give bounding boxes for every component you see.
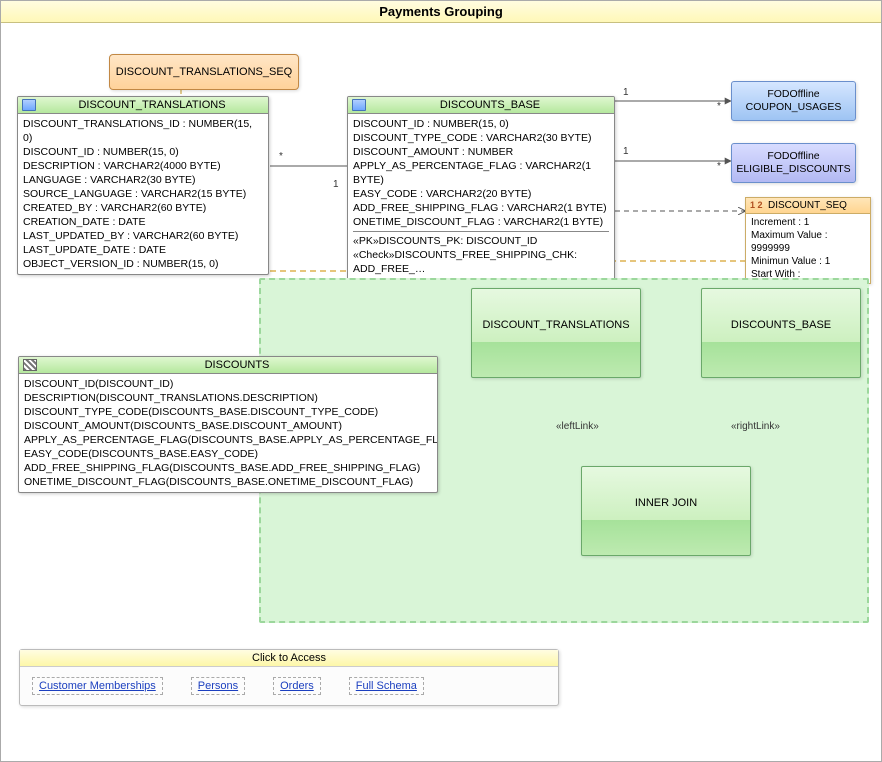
access-panel: Click to Access Customer Memberships Per… — [19, 649, 559, 706]
col: DISCOUNT_TRANSLATIONS_ID : NUMBER(15, 0) — [23, 117, 263, 145]
col: EASY_CODE : VARCHAR2(20 BYTE) — [353, 187, 609, 201]
col: DISCOUNT_AMOUNT : NUMBER — [353, 145, 609, 159]
seq-title: DISCOUNT_SEQ — [768, 200, 847, 211]
col: EASY_CODE(DISCOUNTS_BASE.EASY_CODE) — [24, 447, 432, 461]
diagram-title: Payments Grouping — [1, 1, 881, 23]
join-node[interactable]: INNER JOIN — [581, 466, 751, 556]
ref-coupon-usages[interactable]: FODOffline COUPON_USAGES — [731, 81, 856, 121]
col: DISCOUNT_ID : NUMBER(15, 0) — [23, 145, 263, 159]
link-orders[interactable]: Orders — [280, 680, 314, 692]
link-full-schema[interactable]: Full Schema — [356, 680, 417, 692]
constraint: «PK»DISCOUNTS_PK: DISCOUNT_ID — [353, 234, 609, 248]
col: DISCOUNT_TYPE_CODE(DISCOUNTS_BASE.DISCOU… — [24, 405, 432, 419]
cardinality-star: * — [279, 151, 283, 162]
col: ADD_FREE_SHIPPING_FLAG : VARCHAR2(1 BYTE… — [353, 201, 609, 215]
diagram-canvas: Payments Grouping DISCOUNT_T — [0, 0, 882, 762]
entity-header: DISCOUNT_TRANSLATIONS — [18, 97, 268, 114]
sequence-discount-seq[interactable]: 1 2 DISCOUNT_SEQ Increment : 1 Maximum V… — [745, 197, 871, 284]
left-link-label: «leftLink» — [556, 421, 599, 432]
entity-discounts-base[interactable]: DISCOUNTS_BASE DISCOUNT_ID : NUMBER(15, … — [347, 96, 615, 280]
col: APPLY_AS_PERCENTAGE_FLAG : VARCHAR2(1 BY… — [353, 159, 609, 187]
entity-title: DISCOUNTS — [205, 359, 270, 371]
view-icon — [23, 359, 37, 371]
join-source-right[interactable]: DISCOUNTS_BASE — [701, 288, 861, 378]
col: LAST_UPDATE_DATE : DATE — [23, 243, 263, 257]
link-customer-memberships[interactable]: Customer Memberships — [39, 680, 156, 692]
join-source-label: DISCOUNTS_BASE — [702, 319, 860, 331]
right-link-label: «rightLink» — [731, 421, 780, 432]
table-icon — [352, 99, 366, 111]
seq-header: 1 2 DISCOUNT_SEQ — [746, 198, 870, 214]
entity-columns: DISCOUNT_ID : NUMBER(15, 0) DISCOUNT_TYP… — [348, 114, 614, 279]
col: LANGUAGE : VARCHAR2(30 BYTE) — [23, 173, 263, 187]
ref-table: COUPON_USAGES — [734, 101, 853, 114]
seq-row: Maximum Value : 9999999 — [751, 229, 865, 255]
link-persons[interactable]: Persons — [198, 680, 238, 692]
cardinality-one: 1 — [623, 146, 629, 157]
constraint: «Check»DISCOUNTS_FREE_SHIPPING_CHK: ADD_… — [353, 248, 609, 276]
col: DISCOUNT_AMOUNT(DISCOUNTS_BASE.DISCOUNT_… — [24, 419, 432, 433]
cardinality-one: 1 — [623, 87, 629, 98]
entity-header: DISCOUNTS_BASE — [348, 97, 614, 114]
seq-label: DISCOUNT_TRANSLATIONS_SEQ — [116, 66, 292, 78]
ref-schema: FODOffline — [734, 88, 853, 101]
col: ONETIME_DISCOUNT_FLAG(DISCOUNTS_BASE.ONE… — [24, 475, 432, 489]
col: LAST_UPDATED_BY : VARCHAR2(60 BYTE) — [23, 229, 263, 243]
cardinality-star: * — [717, 101, 721, 112]
col: ONETIME_DISCOUNT_FLAG : VARCHAR2(1 BYTE) — [353, 215, 609, 229]
col: OBJECT_VERSION_ID : NUMBER(15, 0) — [23, 257, 263, 271]
seq-row: Minimun Value : 1 — [751, 255, 865, 268]
entity-columns: DISCOUNT_ID(DISCOUNT_ID) DESCRIPTION(DIS… — [19, 374, 437, 492]
seq-body: Increment : 1 Maximum Value : 9999999 Mi… — [746, 214, 870, 283]
entity-columns: DISCOUNT_TRANSLATIONS_ID : NUMBER(15, 0)… — [18, 114, 268, 274]
entity-title: DISCOUNT_TRANSLATIONS — [78, 99, 225, 111]
col: CREATION_DATE : DATE — [23, 215, 263, 229]
join-source-left[interactable]: DISCOUNT_TRANSLATIONS — [471, 288, 641, 378]
col: ADD_FREE_SHIPPING_FLAG(DISCOUNTS_BASE.AD… — [24, 461, 432, 475]
ref-schema: FODOffline — [734, 150, 853, 163]
col: CREATED_BY : VARCHAR2(60 BYTE) — [23, 201, 263, 215]
col: DESCRIPTION(DISCOUNT_TRANSLATIONS.DESCRI… — [24, 391, 432, 405]
join-node-label: INNER JOIN — [582, 497, 750, 509]
join-source-label: DISCOUNT_TRANSLATIONS — [472, 319, 640, 331]
view-discounts[interactable]: DISCOUNTS DISCOUNT_ID(DISCOUNT_ID) DESCR… — [18, 356, 438, 493]
ref-table: ELIGIBLE_DISCOUNTS — [734, 163, 853, 176]
entity-discount-translations[interactable]: DISCOUNT_TRANSLATIONS DISCOUNT_TRANSLATI… — [17, 96, 269, 275]
col: DISCOUNT_ID : NUMBER(15, 0) — [353, 117, 609, 131]
table-icon — [22, 99, 36, 111]
sequence-discount-translations-seq: DISCOUNT_TRANSLATIONS_SEQ — [109, 54, 299, 90]
seq-row: Increment : 1 — [751, 216, 865, 229]
cardinality-star: * — [717, 161, 721, 172]
col: DESCRIPTION : VARCHAR2(4000 BYTE) — [23, 159, 263, 173]
col: DISCOUNT_TYPE_CODE : VARCHAR2(30 BYTE) — [353, 131, 609, 145]
ref-eligible-discounts[interactable]: FODOffline ELIGIBLE_DISCOUNTS — [731, 143, 856, 183]
access-title: Click to Access — [20, 650, 558, 667]
cardinality-one: 1 — [333, 179, 339, 190]
col: SOURCE_LANGUAGE : VARCHAR2(15 BYTE) — [23, 187, 263, 201]
access-links: Customer Memberships Persons Orders Full… — [20, 667, 558, 705]
sequence-icon: 1 2 — [750, 200, 763, 210]
col: APPLY_AS_PERCENTAGE_FLAG(DISCOUNTS_BASE.… — [24, 433, 432, 447]
col: DISCOUNT_ID(DISCOUNT_ID) — [24, 377, 432, 391]
entity-title: DISCOUNTS_BASE — [440, 99, 540, 111]
entity-header: DISCOUNTS — [19, 357, 437, 374]
